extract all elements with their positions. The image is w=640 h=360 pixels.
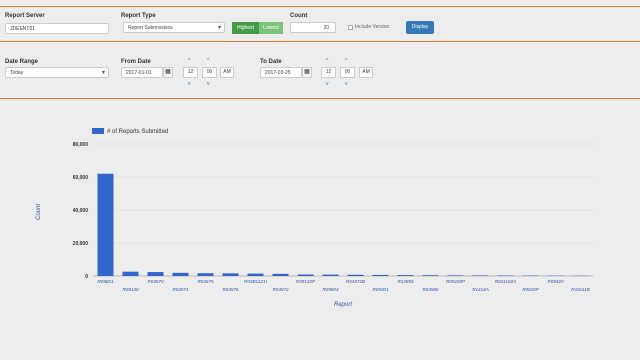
calendar-icon[interactable]: ▦ — [163, 67, 173, 78]
report-server-label: Report Server — [5, 13, 45, 19]
x-tick-label: R04575 — [197, 279, 214, 284]
x-tick-label: R04570 — [147, 279, 164, 284]
bar-R09130[interactable] — [122, 271, 139, 276]
x-tick-label: R09801 — [97, 279, 114, 284]
chevron-down-icon[interactable]: v — [188, 82, 191, 87]
to-date-label: To Date — [260, 59, 282, 65]
chevron-down-icon[interactable]: v — [345, 82, 348, 87]
from-hour-input[interactable]: 12 — [183, 67, 198, 78]
toggle-lowest[interactable]: Lowest — [259, 22, 283, 34]
calendar-icon[interactable]: ▦ — [302, 67, 312, 78]
to-minute-input[interactable]: 00 — [340, 67, 355, 78]
legend-swatch — [92, 128, 104, 134]
bar-R12855[interactable] — [397, 275, 414, 276]
chart-grid: 0 20,000 40,000 60,000 80,000 — [73, 142, 593, 280]
x-tick-label: R04572 — [272, 287, 289, 292]
x-tick-label: R09804 — [322, 287, 339, 292]
x-tick-label: R12855 — [397, 279, 414, 284]
x-tick-label: R09130 — [122, 287, 139, 292]
x-tick-label: R0010P — [522, 287, 540, 292]
x-tick-label: R04110ZA — [495, 279, 517, 284]
x-tick-label: R09301 — [372, 287, 389, 292]
count-input[interactable]: 20 — [290, 22, 336, 33]
chart-x-labels: R09801 R09130 R04570 R04571 R04575 R04576 R03B… — [97, 279, 589, 292]
bar-R04586[interactable] — [422, 275, 439, 276]
y-tick-label: 0 — [85, 274, 88, 280]
y-tick-label: 40,000 — [73, 208, 89, 214]
bar-R04571[interactable] — [172, 272, 189, 276]
chevron-up-icon[interactable]: ^ — [345, 59, 347, 64]
x-axis-title: Report — [334, 302, 352, 308]
from-minute-input[interactable]: 00 — [202, 67, 217, 78]
filters-divider — [0, 41, 640, 42]
bar-R04570[interactable] — [147, 272, 164, 276]
report-server-input[interactable]: JDEENT01 — [5, 23, 109, 34]
date-range-label: Date Range — [5, 59, 39, 65]
date-range-select[interactable]: Today — [5, 67, 109, 79]
from-ampm-button[interactable]: AM — [220, 67, 234, 78]
bar-R09801[interactable] — [97, 173, 114, 276]
bar-R04575[interactable] — [197, 273, 214, 276]
dates-divider — [0, 98, 640, 99]
report-type-value: Report Submissions — [128, 25, 173, 31]
legend-label: # of Reports Submitted — [107, 129, 168, 135]
chevron-up-icon[interactable]: ^ — [188, 59, 190, 64]
toggle-highest[interactable]: Highest — [232, 22, 259, 34]
x-tick-label: R04572B — [346, 279, 365, 284]
top-divider — [0, 6, 640, 7]
to-ampm-button[interactable]: AM — [359, 67, 373, 78]
x-tick-label: R04571 — [172, 287, 189, 292]
report-type-select[interactable]: Report Submissions — [123, 22, 225, 34]
date-range-value: Today — [10, 70, 24, 76]
x-tick-label: R1414A — [472, 287, 489, 292]
report-type-label: Report Type — [121, 13, 156, 19]
display-button[interactable]: Display — [406, 21, 434, 34]
x-tick-label: R04576 — [222, 287, 239, 292]
bar-R09200P[interactable] — [447, 275, 464, 276]
y-tick-label: 60,000 — [73, 175, 89, 181]
count-label: Count — [290, 13, 308, 19]
chevron-up-icon[interactable]: ^ — [326, 59, 328, 64]
chevron-up-icon[interactable]: ^ — [207, 59, 209, 64]
to-hour-input[interactable]: 12 — [321, 67, 336, 78]
from-date-label: From Date — [121, 59, 151, 65]
include-version-label: Include Version — [355, 24, 390, 30]
report-submissions-chart: # of Reports Submitted 0 20,000 40,000 60,0… — [36, 128, 593, 308]
y-tick-label: 20,000 — [73, 241, 89, 247]
x-tick-label: R10111B — [571, 287, 589, 292]
chart-bars — [97, 173, 589, 276]
x-tick-label: R04586 — [422, 287, 439, 292]
bar-R09804[interactable] — [322, 274, 339, 276]
bar-R03B11Z1I[interactable] — [247, 273, 264, 276]
chevron-down-icon[interactable]: v — [207, 82, 210, 87]
include-version-checkbox[interactable] — [348, 25, 353, 30]
x-tick-label: R03B11Z1I — [244, 279, 268, 284]
bar-R09132P[interactable] — [297, 274, 314, 276]
bar-R1414A[interactable] — [472, 275, 489, 276]
x-tick-label: R09132P — [296, 279, 316, 284]
from-date-input[interactable]: 2017-01-01 — [121, 67, 163, 78]
y-tick-label: 80,000 — [73, 142, 89, 148]
chevron-down-icon[interactable]: v — [326, 82, 329, 87]
bar-R04572B[interactable] — [347, 274, 364, 276]
to-date-input[interactable]: 2017-03-25 — [260, 67, 302, 78]
x-tick-label: R09420 — [547, 279, 564, 284]
bar-R04576[interactable] — [222, 273, 239, 276]
bar-R09301[interactable] — [372, 274, 389, 276]
y-axis-title: Count — [36, 204, 42, 220]
x-tick-label: R09200P — [446, 279, 466, 284]
bar-R04572[interactable] — [272, 273, 289, 276]
